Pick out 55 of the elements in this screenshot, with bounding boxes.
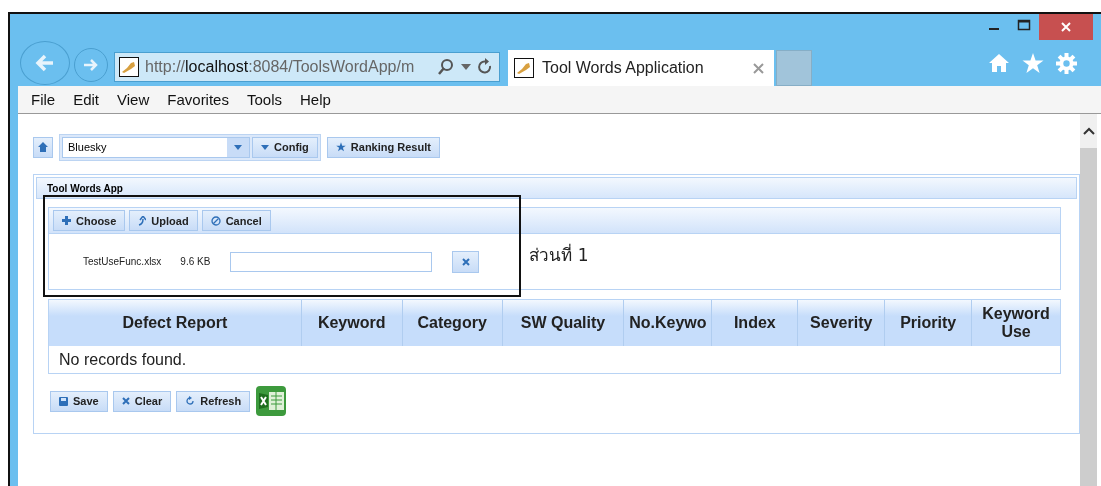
menu-item[interactable]: Tools [246, 91, 282, 108]
choose-button[interactable]: Choose [53, 210, 126, 231]
plus-icon [62, 216, 71, 225]
close-icon[interactable] [753, 62, 764, 74]
close-button[interactable] [1039, 14, 1093, 40]
menu-item[interactable]: Help [300, 91, 331, 108]
menu-item[interactable]: Edit [73, 91, 100, 108]
refresh-icon[interactable] [477, 58, 493, 76]
column-header[interactable]: No.Keywo [624, 300, 713, 346]
file-size: 9.6 KB [180, 256, 211, 267]
annotation-text: ส่วนที่ 1 [529, 242, 589, 267]
config-button[interactable]: Config [252, 136, 318, 158]
address-bar[interactable]: http://localhost:8084/ToolsWordApp/m [114, 52, 500, 82]
star-icon [335, 142, 346, 152]
clear-button[interactable]: Clear [112, 390, 172, 412]
save-button[interactable]: Save [50, 390, 108, 412]
remove-button[interactable] [452, 250, 480, 273]
menu-item[interactable]: File [31, 91, 56, 108]
menu-item[interactable]: View [117, 91, 150, 108]
ranking-result-button[interactable]: Ranking Result [326, 136, 440, 158]
column-header[interactable]: Keyword [301, 300, 403, 346]
cancel-button[interactable]: Cancel [201, 210, 271, 231]
column-header[interactable]: Category [402, 300, 503, 346]
refresh-button[interactable]: Refresh [176, 390, 251, 412]
home-icon [38, 142, 48, 152]
cancel-icon [210, 215, 221, 226]
star-icon[interactable] [1022, 52, 1044, 74]
upload-arrow-icon [138, 215, 147, 226]
search-icon[interactable] [437, 58, 455, 76]
refresh-icon [185, 396, 196, 406]
theme-select[interactable]: Bluesky [62, 136, 250, 158]
column-header[interactable]: Defect Report [49, 300, 302, 346]
chevron-up-icon[interactable] [1082, 127, 1095, 135]
caret-icon [234, 144, 242, 150]
home-button[interactable] [33, 136, 53, 158]
forward-button[interactable] [74, 48, 108, 82]
close-icon [121, 397, 130, 405]
close-icon [1060, 21, 1072, 33]
upload-button[interactable]: Upload [129, 210, 198, 231]
column-header[interactable]: Keyword Use [972, 300, 1060, 346]
column-header[interactable]: SW Quality [502, 300, 625, 346]
column-header[interactable]: Priority [885, 300, 973, 346]
caret-icon [261, 144, 269, 150]
close-icon [461, 257, 470, 266]
column-header[interactable]: Index [712, 300, 799, 346]
empty-message: No records found. [58, 350, 188, 370]
spreadsheet-icon[interactable] [255, 385, 288, 417]
maximize-icon [1017, 19, 1031, 31]
column-header[interactable]: Severity [798, 300, 886, 346]
menu-item[interactable]: Favorites [167, 91, 229, 108]
minimize-icon [989, 28, 999, 30]
file-name: TestUseFunc.xlsx [83, 256, 162, 267]
browser-tab[interactable]: Tool Words Application [508, 50, 774, 86]
caret-icon[interactable] [461, 64, 471, 70]
panel-title: Tool Words App [47, 182, 123, 194]
